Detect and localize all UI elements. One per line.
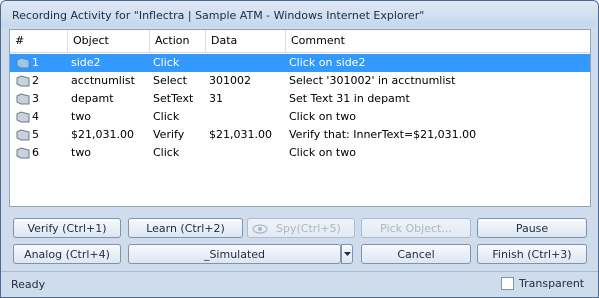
step-icon <box>16 57 30 69</box>
header-object[interactable]: Object <box>67 30 149 52</box>
header-action[interactable]: Action <box>149 30 205 52</box>
title-bar[interactable]: Recording Activity for "Inflectra | Samp… <box>1 1 598 27</box>
step-icon <box>16 75 30 87</box>
row-comment: Select '301002' in acctnumlist <box>289 74 456 87</box>
spy-button-label: Spy(Ctrl+5) <box>276 222 341 235</box>
step-icon <box>16 147 30 159</box>
row-data: 301002 <box>209 74 251 87</box>
row-action: Verify <box>153 128 185 141</box>
finish-button[interactable]: Finish (Ctrl+3) <box>477 244 587 264</box>
row-object: side2 <box>71 56 101 69</box>
header-data[interactable]: Data <box>205 30 285 52</box>
row-object: two <box>71 146 92 159</box>
status-text: Ready <box>11 278 46 291</box>
transparent-checkbox[interactable] <box>501 277 514 290</box>
activity-grid: # Object Action Data Comment 1 side2 Cli… <box>9 29 591 207</box>
row-action: Click <box>153 146 180 159</box>
grid-header: # Object Action Data Comment <box>10 30 590 53</box>
row-data: 31 <box>209 92 223 105</box>
cancel-button[interactable]: Cancel <box>361 244 471 264</box>
row-number: 5 <box>32 128 39 141</box>
transparent-label[interactable]: Transparent <box>519 277 584 290</box>
step-icon <box>16 129 30 141</box>
pause-button[interactable]: Pause <box>477 218 587 238</box>
row-number: 4 <box>32 110 39 123</box>
spy-icon <box>252 224 268 234</box>
pick-object-button[interactable]: Pick Object... <box>361 218 471 238</box>
row-action: Select <box>153 74 187 87</box>
row-action: SetText <box>153 92 194 105</box>
step-icon <box>16 111 30 123</box>
simulated-dropdown-button[interactable] <box>341 244 353 264</box>
simulated-button[interactable]: _Simulated <box>128 244 341 264</box>
row-comment: Click on two <box>289 110 356 123</box>
row-number: 6 <box>32 146 39 159</box>
row-object: depamt <box>71 92 114 105</box>
row-comment: Set Text 31 in depamt <box>289 92 410 105</box>
spy-button[interactable]: Spy(Ctrl+5) <box>247 218 355 238</box>
step-icon <box>16 93 30 105</box>
row-action: Click <box>153 56 180 69</box>
table-row[interactable]: 6 two Click Click on two <box>10 144 590 162</box>
row-number: 3 <box>32 92 39 105</box>
row-comment: Click on two <box>289 146 356 159</box>
row-number: 1 <box>32 56 39 69</box>
table-row[interactable]: 5 $21,031.00 Verify $21,031.00 Verify th… <box>10 126 590 144</box>
table-row[interactable]: 2 acctnumlist Select 301002 Select '3010… <box>10 72 590 90</box>
row-number: 2 <box>32 74 39 87</box>
learn-button[interactable]: Learn (Ctrl+2) <box>128 218 243 238</box>
row-comment: Click on side2 <box>289 56 366 69</box>
row-action: Click <box>153 110 180 123</box>
row-data: $21,031.00 <box>209 128 272 141</box>
header-comment[interactable]: Comment <box>285 30 590 52</box>
table-row[interactable]: 1 side2 Click Click on side2 <box>10 54 590 72</box>
row-comment: Verify that: InnerText=$21,031.00 <box>289 128 477 141</box>
chevron-down-icon <box>344 252 351 256</box>
row-object: $21,031.00 <box>71 128 134 141</box>
status-bar: Ready Transparent <box>1 271 598 297</box>
window-title: Recording Activity for "Inflectra | Samp… <box>12 9 425 22</box>
table-row[interactable]: 3 depamt SetText 31 Set Text 31 in depam… <box>10 90 590 108</box>
header-number[interactable]: # <box>10 30 66 52</box>
table-row[interactable]: 4 two Click Click on two <box>10 108 590 126</box>
row-object: two <box>71 110 92 123</box>
verify-button[interactable]: Verify (Ctrl+1) <box>13 218 121 238</box>
recording-activity-window: Recording Activity for "Inflectra | Samp… <box>0 0 599 298</box>
analog-button[interactable]: Analog (Ctrl+4) <box>13 244 121 264</box>
row-object: acctnumlist <box>71 74 135 87</box>
